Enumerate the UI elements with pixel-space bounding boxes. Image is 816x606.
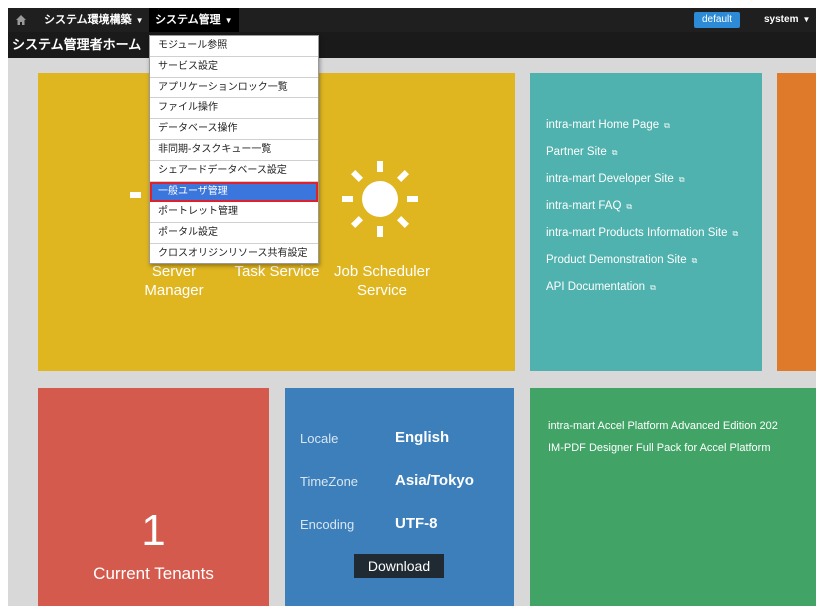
tenant-count: 1: [141, 506, 166, 555]
job-scheduler-label: Job Scheduler: [334, 263, 430, 280]
external-link-icon: ⧉: [732, 229, 739, 238]
home-button[interactable]: [8, 8, 34, 32]
menu-system-management-label: システム管理: [155, 14, 221, 26]
links-list: intra-mart Home Page ⧉ Partner Site ⧉ intr…: [546, 119, 756, 308]
encoding-value: UTF-8: [395, 515, 438, 532]
external-link-icon: ⧉: [678, 175, 685, 184]
links-tile: intra-mart Home Page ⧉ Partner Site ⧉ intr…: [530, 73, 762, 371]
top-navigation-bar: システム環境構築 ▼ システム管理 ▼ default system ▼: [0, 0, 816, 32]
external-link-icon: ⧉: [650, 283, 656, 292]
chevron-down-icon: ▼: [224, 16, 233, 25]
system-management-dropdown: モジュール参照 サービス設定 アプリケーションロック一覧 ファイル操作 データベ…: [149, 35, 319, 264]
menu-item-file-operations[interactable]: ファイル操作: [150, 98, 318, 120]
user-menu[interactable]: system ▼: [764, 8, 810, 32]
page-title-bar: システム管理者ホーム: [8, 32, 816, 58]
menu-item-general-user-management[interactable]: 一般ユーザ管理: [150, 181, 318, 203]
license-item: intra-mart Accel Platform Advanced Editi…: [548, 420, 778, 432]
menu-item-portlet-management[interactable]: ポートレット管理: [150, 202, 318, 224]
external-link-icon: ⧉: [611, 148, 618, 157]
menu-system-environment[interactable]: システム環境構築 ▼: [38, 8, 150, 32]
link-home-page[interactable]: intra-mart Home Page ⧉: [546, 119, 756, 132]
external-link-icon: ⧉: [664, 121, 670, 130]
license-item: IM-PDF Designer Full Pack for Accel Plat…: [548, 442, 771, 454]
menu-system-environment-label: システム環境構築: [44, 14, 132, 26]
chevron-down-icon: ▼: [135, 16, 144, 25]
external-link-icon: ⧉: [691, 256, 698, 265]
link-developer-site[interactable]: intra-mart Developer Site ⧉: [546, 173, 756, 186]
menu-item-service-settings[interactable]: サービス設定: [150, 57, 318, 78]
dashboard-content: Server Manager Task Service Job Schedule…: [8, 58, 816, 606]
job-scheduler-link[interactable]: Job Scheduler Service: [320, 262, 444, 300]
job-scheduler-label-2: Service: [356, 282, 408, 299]
sun-icon: [342, 161, 418, 237]
tenant-label: Current Tenants: [93, 564, 214, 583]
locale-label: Locale: [300, 431, 339, 446]
server-manager-label-2: Manager: [144, 282, 204, 299]
link-api-documentation[interactable]: API Documentation ⧉: [546, 281, 756, 294]
link-faq[interactable]: intra-mart FAQ ⧉: [546, 200, 756, 213]
server-manager-label: Server: [151, 263, 197, 280]
server-manager-link[interactable]: Server Manager: [134, 262, 214, 300]
licenses-tile: intra-mart Accel Platform Advanced Editi…: [530, 388, 816, 606]
tenants-tile[interactable]: 1 Current Tenants: [38, 388, 269, 606]
menu-item-async-task-queue[interactable]: 非同期-タスクキュー一覧: [150, 140, 318, 161]
environment-tile: Locale English TimeZone Asia/Tokyo Encod…: [285, 388, 514, 606]
link-product-demonstration[interactable]: Product Demonstration Site ⧉: [546, 254, 756, 267]
timezone-label: TimeZone: [300, 474, 359, 489]
top-navigation-inner: システム環境構築 ▼ システム管理 ▼ default system ▼: [8, 8, 816, 32]
menu-system-management[interactable]: システム管理 ▼: [149, 8, 239, 32]
page-title: システム管理者ホーム: [12, 37, 142, 52]
home-icon: [16, 15, 26, 25]
menu-item-application-locks[interactable]: アプリケーションロック一覧: [150, 78, 318, 99]
user-name: system: [764, 14, 799, 25]
encoding-label: Encoding: [300, 517, 355, 532]
link-partner-site[interactable]: Partner Site ⧉: [546, 146, 756, 159]
download-button[interactable]: Download: [354, 554, 444, 578]
task-service-link[interactable]: Task Service: [227, 262, 327, 281]
menu-item-database-operations[interactable]: データベース操作: [150, 119, 318, 140]
external-link-icon: ⧉: [626, 202, 633, 211]
menu-item-portal-settings[interactable]: ポータル設定: [150, 223, 318, 244]
timezone-value: Asia/Tokyo: [395, 472, 474, 489]
locale-value: English: [395, 429, 450, 446]
menu-item-cors-settings[interactable]: クロスオリジンリソース共有設定: [150, 244, 318, 265]
menu-item-shared-database[interactable]: シェアードデータベース設定: [150, 161, 318, 182]
chevron-down-icon: ▼: [802, 15, 811, 24]
menu-item-module-reference[interactable]: モジュール参照: [150, 36, 318, 57]
theme-selector-button[interactable]: default: [694, 12, 741, 28]
link-products-information[interactable]: intra-mart Products Information Site ⧉: [546, 227, 756, 240]
orange-tile: [777, 73, 816, 371]
